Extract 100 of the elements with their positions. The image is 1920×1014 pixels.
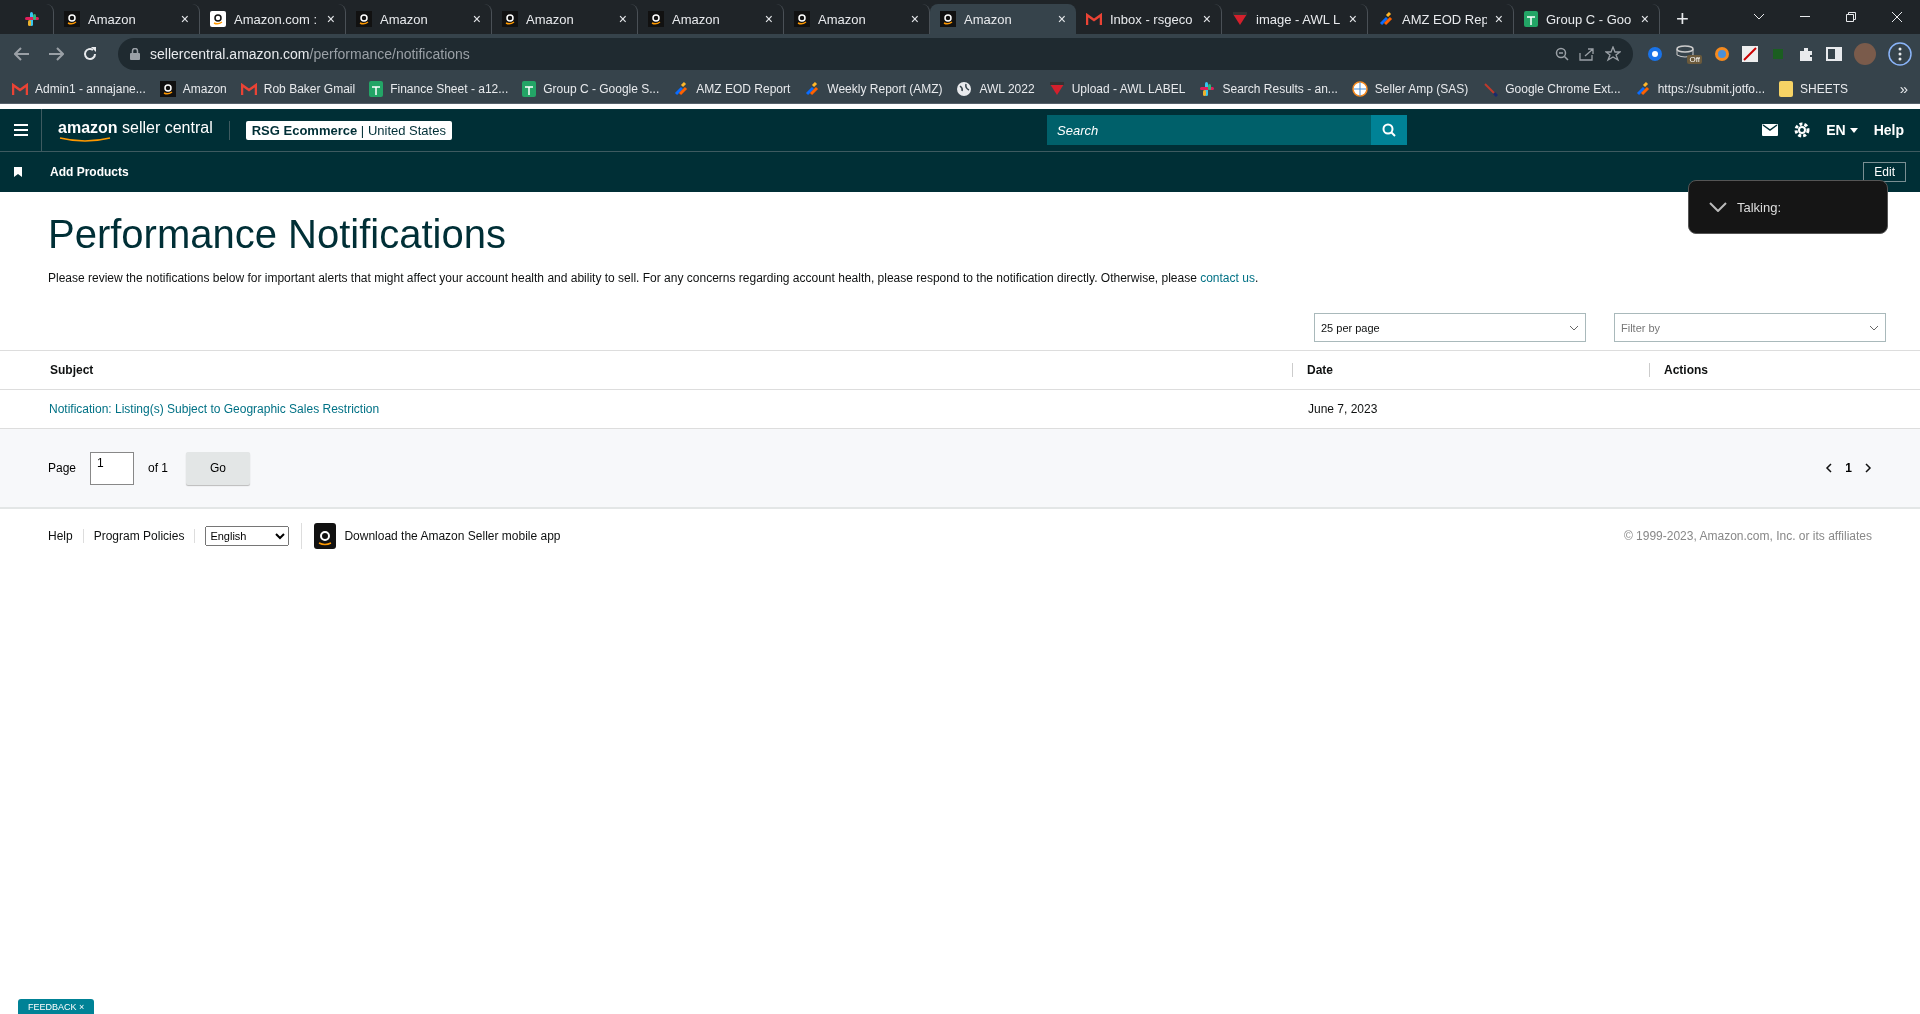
more-bookmarks[interactable]: » <box>1899 80 1908 97</box>
amazon-icon <box>159 80 176 97</box>
bookmark[interactable]: Amazon <box>159 80 227 97</box>
bookmark[interactable]: Weekly Report (AMZ) <box>804 80 943 97</box>
lock-icon <box>130 48 140 60</box>
copyright: © 1999-2023, Amazon.com, Inc. or its affiliates <box>1623 529 1872 543</box>
per-page-select[interactable]: 25 per page <box>1314 313 1586 342</box>
pencil-stripes-icon <box>1634 80 1651 97</box>
column-header: Subject <box>49 363 95 377</box>
amazon-icon <box>648 11 664 27</box>
popup-text: Talking: <box>1737 199 1782 215</box>
folder-icon <box>1779 80 1793 97</box>
close-icon[interactable]: × <box>618 11 627 27</box>
mail-icon <box>12 82 28 95</box>
extension-icon[interactable] <box>1714 46 1730 62</box>
url-text: sellercentral.amazon.com/performance/notifications <box>150 46 471 62</box>
globe-icon <box>1351 80 1368 97</box>
close-icon[interactable]: × <box>180 11 189 27</box>
close-icon[interactable]: × <box>472 11 481 27</box>
description: Please review the notifications below for important alerts that might affect your account health and ability to sell. For any concerns regarding account health, please respond to the notification directly. Otherwise, please contact us. <box>48 271 1260 285</box>
reload-icon[interactable] <box>82 46 98 62</box>
previous-icon[interactable] <box>1825 463 1834 473</box>
amazon-app-icon[interactable] <box>314 523 337 549</box>
new-tab-button[interactable]: + <box>1668 4 1697 34</box>
spreadsheet-icon <box>522 80 537 97</box>
search-icon <box>1382 123 1397 137</box>
pencil-stripes-icon <box>673 80 690 97</box>
go-button[interactable]: Go <box>186 451 251 485</box>
bookmark[interactable]: Seller Amp (SAS) <box>1351 80 1469 97</box>
bookmark[interactable]: https://submit.jotfo... <box>1634 80 1765 97</box>
bookmark[interactable]: Finance Sheet - a12... <box>369 80 509 97</box>
close-icon[interactable]: × <box>1057 11 1066 27</box>
pencil-stripes-icon <box>804 80 821 97</box>
back-icon[interactable] <box>14 47 30 61</box>
mail-icon <box>1086 13 1102 25</box>
bookmark[interactable]: Rob Baker Gmail <box>240 81 356 96</box>
extension-icon[interactable] <box>1742 46 1758 62</box>
footer-link[interactable]: Help <box>48 529 84 543</box>
close-icon[interactable]: × <box>1348 11 1357 27</box>
seller-central-logo[interactable]: amazon seller central <box>58 118 213 142</box>
app-download-text[interactable]: Download the Amazon Seller mobile app <box>344 529 561 543</box>
footer-link[interactable]: Program Policies <box>83 529 196 543</box>
close-icon[interactable]: × <box>910 11 919 27</box>
close-icon[interactable] <box>1892 12 1902 22</box>
column-header: Date <box>1292 363 1649 377</box>
filter-select[interactable]: Filter by <box>1614 313 1886 342</box>
mail-icon[interactable] <box>1762 124 1779 136</box>
menu-icon[interactable] <box>1888 42 1912 66</box>
address-bar[interactable]: sellercentral.amazon.com/performance/notifications <box>118 38 1634 70</box>
bookmark[interactable]: AMZ EOD Report <box>673 80 791 97</box>
pen-icon <box>1482 80 1499 97</box>
help-link[interactable]: Help <box>1873 122 1904 138</box>
nav-link[interactable]: Add Products <box>50 165 129 179</box>
zoom-icon[interactable] <box>1555 47 1570 61</box>
current-page[interactable]: 1 <box>1845 461 1852 475</box>
minimize-icon[interactable] <box>1800 16 1810 18</box>
page-field[interactable]: 1 <box>90 451 135 485</box>
page-title: Performance Notifications <box>48 212 506 257</box>
close-icon[interactable]: × <box>764 11 773 27</box>
amazon-icon <box>64 11 80 27</box>
language-selector[interactable]: EN <box>1826 122 1858 138</box>
restore-icon[interactable] <box>1846 12 1856 22</box>
language-select[interactable]: English <box>205 526 290 546</box>
contact-link[interactable]: contact us <box>1200 271 1255 285</box>
settings-icon[interactable] <box>1794 122 1811 138</box>
close-icon[interactable]: × <box>1494 11 1503 27</box>
pencil-stripes-icon <box>1378 11 1394 27</box>
next-icon[interactable] <box>1864 463 1872 473</box>
chevron-down-icon[interactable] <box>1709 202 1727 212</box>
page-count: of 1 <box>148 461 169 475</box>
close-icon[interactable]: × <box>1640 11 1649 27</box>
forward-icon[interactable] <box>48 47 64 61</box>
mail-icon <box>240 82 257 95</box>
table-cell-text: June 7, 2023 <box>1307 402 1379 416</box>
bookmark[interactable]: Search Results - an... <box>1199 80 1338 97</box>
side-panel-icon[interactable] <box>1826 47 1842 61</box>
search-button[interactable] <box>1371 115 1408 145</box>
star-icon[interactable] <box>1605 46 1622 62</box>
feedback-button[interactable]: FEEDBACK × <box>18 999 95 1014</box>
extension-icon[interactable] <box>1647 46 1664 62</box>
store-selector[interactable]: RSG Ecommerce | United States <box>245 120 452 140</box>
spreadsheet-icon <box>1524 11 1538 27</box>
amazon-icon <box>356 11 372 27</box>
notification-link[interactable]: Notification: Listing(s) Subject to Geographic Sales Restriction <box>49 402 380 416</box>
bookmark[interactable]: Upload - AWL LABEL <box>1048 81 1186 96</box>
browser-tab[interactable]: Amazon × <box>930 4 1076 34</box>
amazon-icon <box>210 11 226 27</box>
bookmark[interactable]: SHEETS <box>1779 80 1849 97</box>
amazon-icon <box>794 11 810 27</box>
puzzle-icon[interactable] <box>1798 46 1814 62</box>
bookmark[interactable]: Admin1 - annajane... <box>12 81 146 96</box>
close-icon[interactable]: × <box>1202 11 1211 27</box>
close-icon[interactable]: × <box>326 11 335 27</box>
bookmark[interactable]: Google Chrome Ext... <box>1482 80 1621 97</box>
share-icon[interactable] <box>1579 47 1596 61</box>
bookmark-icon[interactable] <box>14 167 22 177</box>
bookmark[interactable]: Group C - Google S... <box>522 80 660 97</box>
amazon-icon <box>940 11 956 27</box>
search-field[interactable]: Search <box>1047 115 1372 145</box>
bookmark[interactable]: AWL 2022 <box>956 80 1035 97</box>
